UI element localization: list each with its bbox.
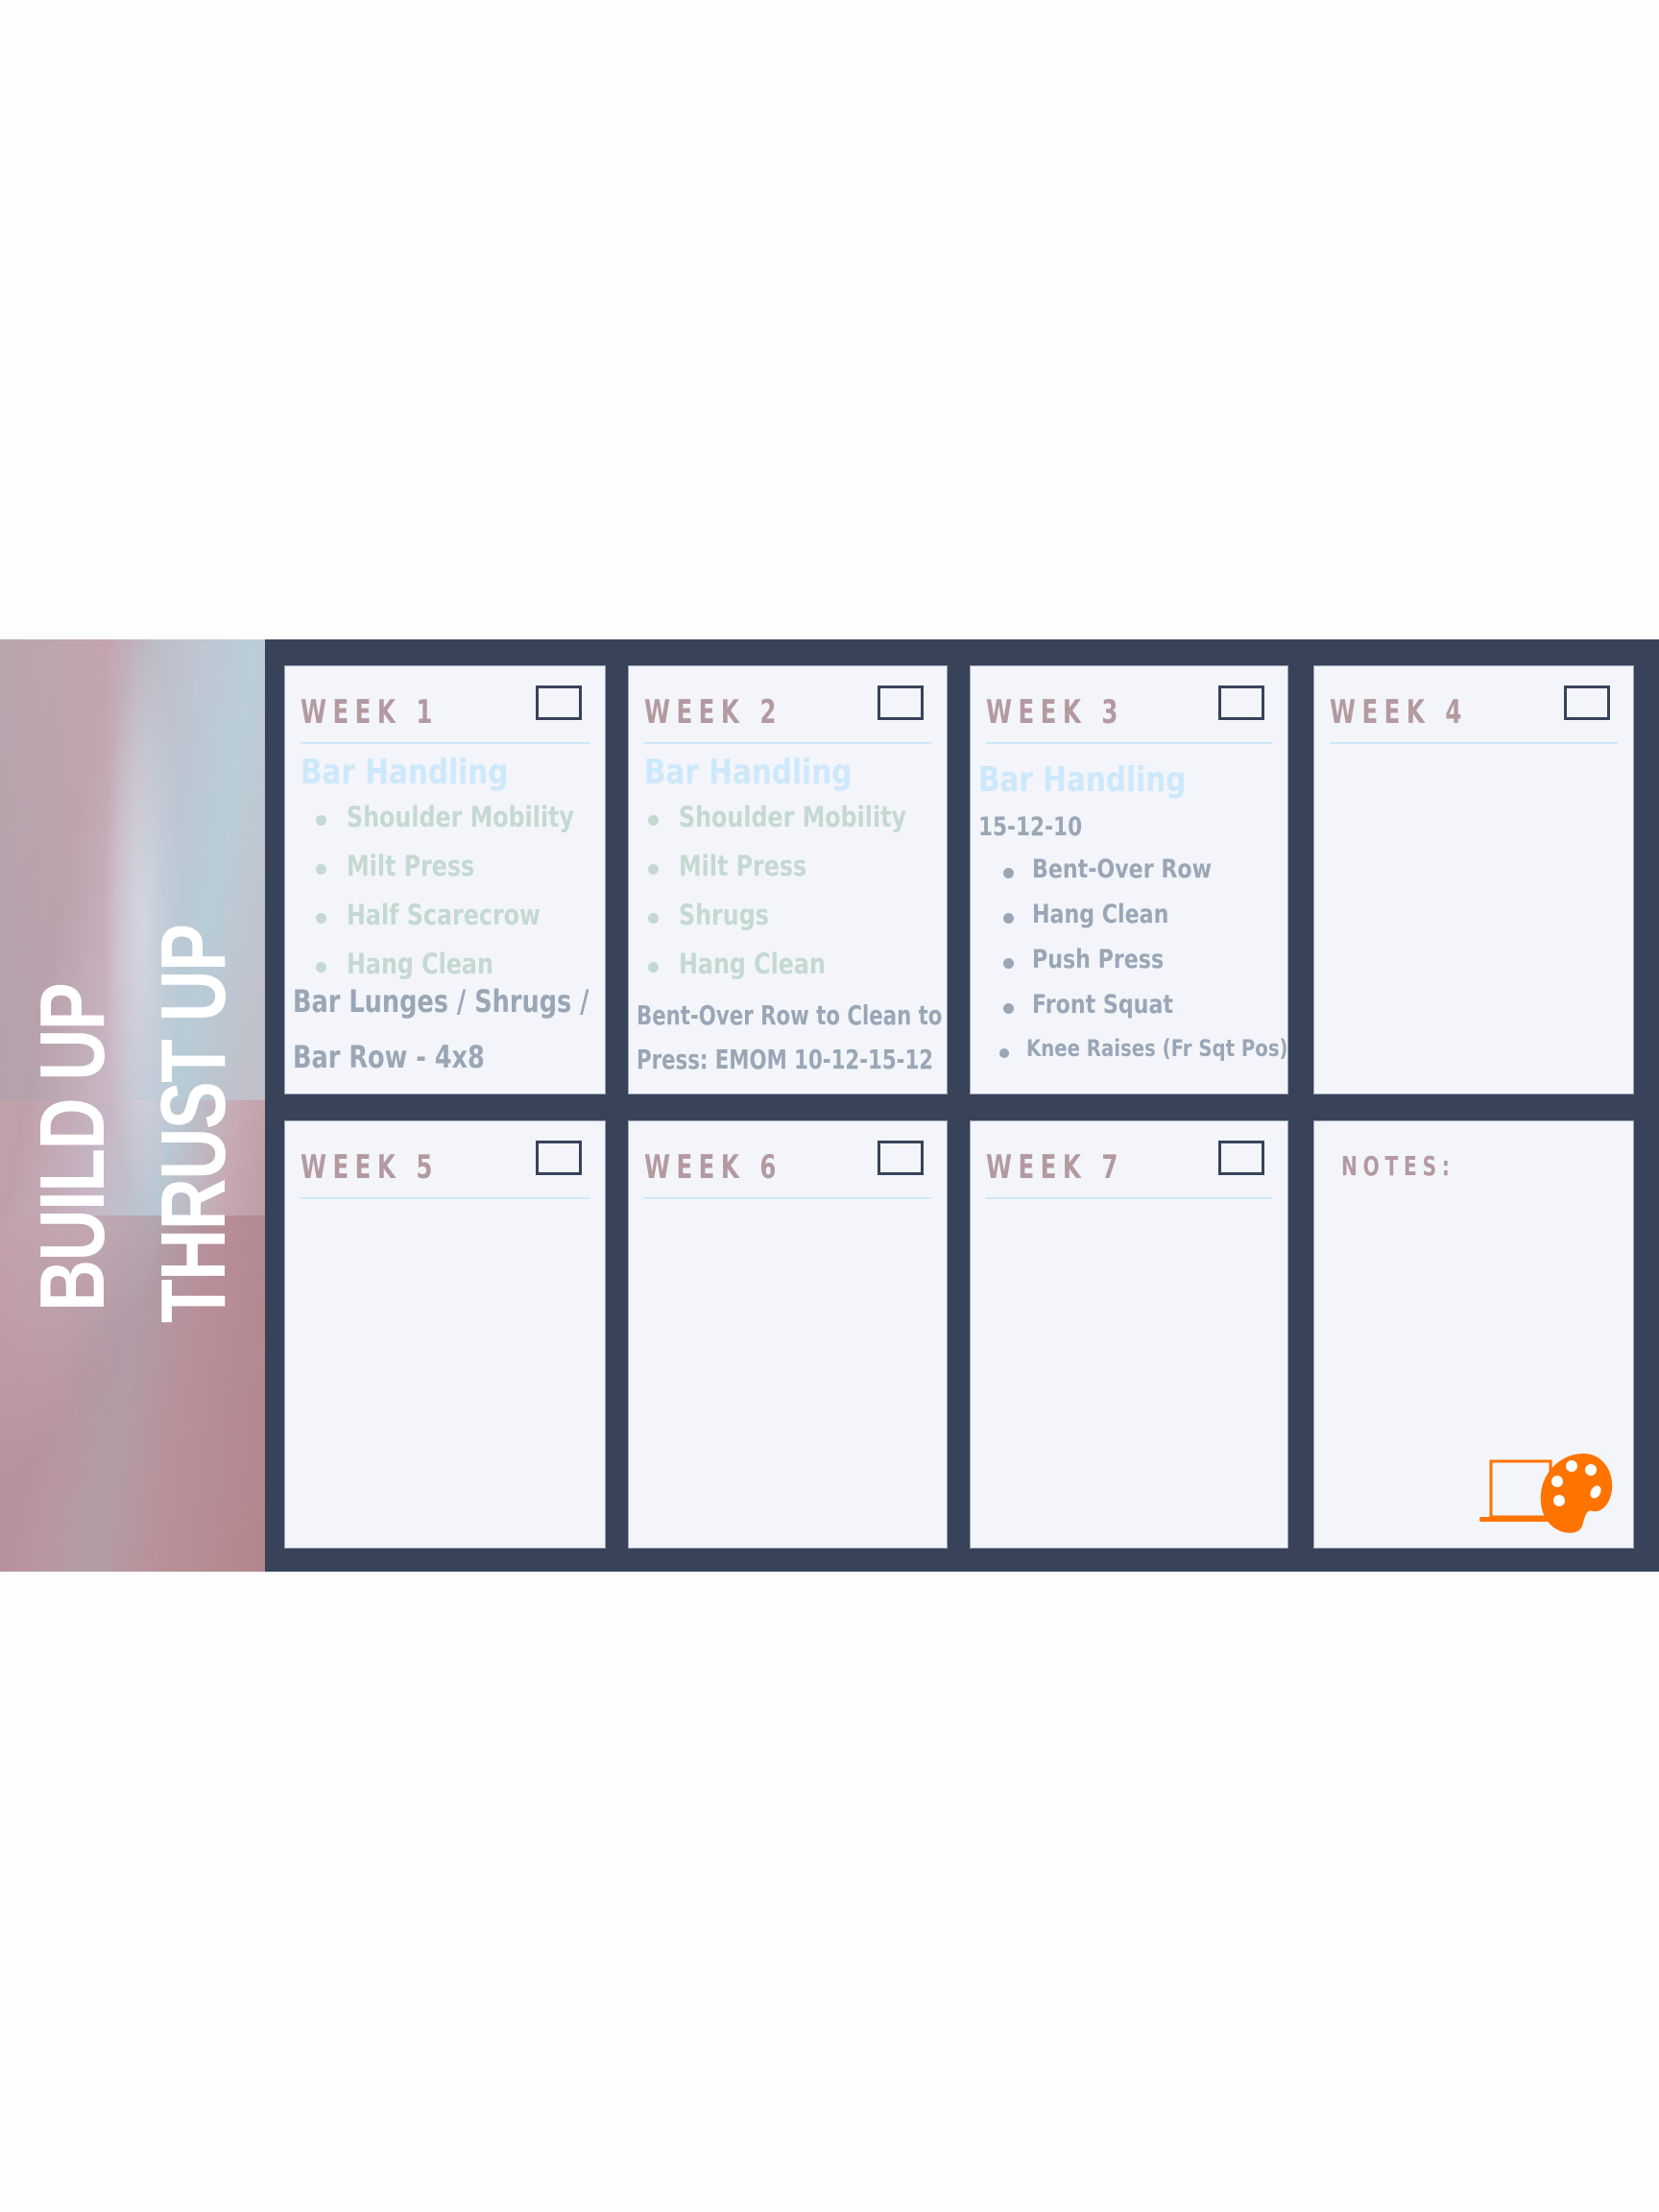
section-title: Bar Handling [301, 753, 509, 792]
list-item: Shrugs [648, 899, 956, 948]
bullet-icon [316, 815, 326, 826]
list-item: Milt Press [316, 850, 624, 899]
divider [986, 742, 1272, 744]
completion-checkbox[interactable] [1218, 685, 1264, 720]
banner-title-line-1: BUILD UP [21, 983, 124, 1311]
section-title: Bar Handling [978, 760, 1187, 800]
divider [986, 1197, 1272, 1199]
warmup-list: Shoulder Mobility Milt Press Half Scarec… [316, 801, 624, 997]
list-item: Knee Raises (Fr Sqt Pos) [999, 1035, 1345, 1080]
bullet-icon [1003, 868, 1014, 878]
list-item: Shoulder Mobility [316, 801, 624, 850]
divider [644, 1197, 931, 1199]
week-title: WEEK 7 [986, 1148, 1124, 1187]
bullet-icon [316, 913, 326, 924]
bullet-icon [999, 1048, 1009, 1058]
completion-checkbox[interactable] [878, 1141, 924, 1175]
week-title: WEEK 1 [301, 693, 439, 732]
divider [644, 742, 931, 744]
week-card-5: WEEK 5 [284, 1120, 606, 1549]
divider [301, 1197, 589, 1199]
divider [301, 742, 589, 744]
list-item: Hang Clean [648, 948, 956, 997]
rep-scheme: 15-12-10 [978, 812, 1083, 842]
week-card-3: WEEK 3 Bar Handling 15-12-10 Bent-Over R… [970, 665, 1288, 1094]
bullet-icon [648, 913, 659, 924]
section-title: Bar Handling [644, 753, 853, 792]
bullet-icon [648, 864, 659, 875]
exercise-list: Bent-Over Row Hang Clean Push Press Fron… [999, 854, 1345, 1080]
completion-checkbox[interactable] [878, 685, 924, 720]
sidebar-banner: BUILD UP THRUST UP [0, 639, 265, 1572]
week-title: WEEK 2 [644, 693, 782, 732]
list-item: Bent-Over Row [1003, 854, 1345, 900]
completion-checkbox[interactable] [1564, 685, 1610, 720]
week-card-4: WEEK 4 [1313, 665, 1634, 1094]
bullet-icon [1003, 1003, 1014, 1014]
week-card-2: WEEK 2 Bar Handling Shoulder Mobility Mi… [628, 665, 948, 1094]
warmup-list: Shoulder Mobility Milt Press Shrugs Hang… [648, 801, 956, 997]
list-item: Shoulder Mobility [648, 801, 956, 850]
bullet-icon [1003, 913, 1014, 924]
list-item: Milt Press [648, 850, 956, 899]
notes-card: NOTES: [1313, 1120, 1634, 1549]
workout-line: Bent-Over Row to Clean to [637, 999, 943, 1031]
week-title: WEEK 5 [301, 1148, 439, 1187]
completion-checkbox[interactable] [536, 1141, 582, 1175]
list-item: Half Scarecrow [316, 899, 624, 948]
workout-line: Press: EMOM 10-12-15-12 [637, 1044, 934, 1075]
laptop-palette-icon [1479, 1454, 1613, 1533]
week-card-1: WEEK 1 Bar Handling Shoulder Mobility Mi… [284, 665, 606, 1094]
workout-line: Bar Lunges / Shrugs / [293, 983, 589, 1020]
week-card-6: WEEK 6 [628, 1120, 948, 1549]
bullet-icon [648, 962, 659, 973]
week-card-7: WEEK 7 [970, 1120, 1288, 1549]
list-item: Hang Clean [1003, 900, 1345, 945]
bullet-icon [648, 815, 659, 826]
banner-title-line-2: THRUST UP [142, 925, 245, 1323]
banner-title: BUILD UP THRUST UP [0, 639, 265, 1572]
week-title: WEEK 3 [986, 693, 1124, 732]
bullet-icon [1003, 958, 1014, 969]
notes-title: NOTES: [1341, 1150, 1455, 1182]
divider [1330, 742, 1618, 744]
list-item: Front Squat [1003, 990, 1345, 1035]
completion-checkbox[interactable] [536, 685, 582, 720]
completion-checkbox[interactable] [1218, 1141, 1264, 1175]
list-item: Push Press [1003, 945, 1345, 990]
week-title: WEEK 4 [1330, 693, 1468, 732]
week-title: WEEK 6 [644, 1148, 782, 1187]
bullet-icon [316, 962, 326, 973]
bullet-icon [316, 864, 326, 875]
workout-line: Bar Row - 4x8 [293, 1039, 485, 1075]
